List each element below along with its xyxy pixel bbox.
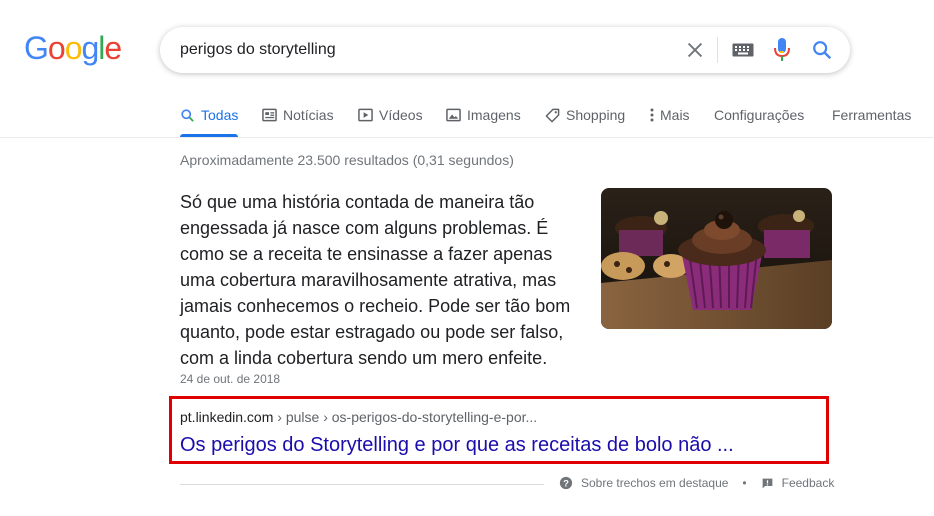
tab-news[interactable]: Notícias <box>262 105 334 125</box>
google-logo[interactable]: Google <box>24 30 122 67</box>
logo-letter: e <box>104 30 122 66</box>
keyboard-icon[interactable] <box>732 43 754 57</box>
more-vert-icon <box>650 108 654 122</box>
logo-letter: g <box>81 30 99 66</box>
cite-domain: pt.linkedin.com <box>180 409 274 425</box>
tab-images[interactable]: Imagens <box>446 105 521 125</box>
search-icon[interactable] <box>811 39 833 61</box>
snippet-date: 24 de out. de 2018 <box>180 372 281 386</box>
separator-dot: • <box>742 476 747 490</box>
image-icon <box>446 108 461 122</box>
svg-text:?: ? <box>563 479 569 490</box>
logo-letter: G <box>24 30 49 66</box>
tab-label: Mais <box>660 107 690 123</box>
tab-label: Notícias <box>283 107 334 123</box>
help-icon: ? <box>559 476 573 490</box>
snippet-footer: ? Sobre trechos em destaque • Feedback <box>559 476 834 490</box>
search-divider <box>717 37 718 63</box>
feedback-link[interactable]: Feedback <box>782 476 835 490</box>
about-snippets-link[interactable]: Sobre trechos em destaque <box>581 476 728 490</box>
clear-icon[interactable] <box>684 39 706 61</box>
tab-label: Vídeos <box>379 107 423 123</box>
feedback-icon <box>762 478 772 488</box>
tab-label: Imagens <box>467 107 521 123</box>
search-box[interactable]: perigos do storytelling <box>160 27 850 73</box>
tabs-divider <box>0 137 934 138</box>
tab-shopping[interactable]: Shopping <box>545 105 625 125</box>
logo-letter: o <box>64 30 83 66</box>
cite-path: › pulse › os-perigos-do-storytelling-e-p… <box>273 409 538 425</box>
result-breadcrumb[interactable]: pt.linkedin.com › pulse › os-perigos-do-… <box>180 409 537 425</box>
tab-label: Todas <box>201 107 239 123</box>
search-input[interactable]: perigos do storytelling <box>180 41 336 59</box>
result-title-link[interactable]: Os perigos do Storytelling e por que as … <box>180 434 734 457</box>
video-icon <box>358 108 373 122</box>
tab-label: Ferramentas <box>832 107 912 123</box>
microphone-icon[interactable] <box>772 37 792 63</box>
result-stats: Aproximadamente 23.500 resultados (0,31 … <box>180 152 514 168</box>
tab-tools[interactable]: Ferramentas <box>832 105 911 125</box>
tab-all[interactable]: Todas <box>180 105 238 125</box>
footer-divider <box>180 484 544 485</box>
featured-snippet-text: Só que uma história contada de maneira t… <box>180 192 571 368</box>
snippet-thumbnail[interactable] <box>601 188 832 329</box>
tab-label: Configurações <box>714 107 805 123</box>
search-icon <box>181 108 194 122</box>
tab-videos[interactable]: Vídeos <box>358 105 423 125</box>
tab-settings[interactable]: Configurações <box>714 105 804 125</box>
tab-more[interactable]: Mais <box>650 105 690 125</box>
tag-icon <box>545 108 560 122</box>
news-icon <box>262 108 277 122</box>
logo-letter: o <box>47 30 66 66</box>
tab-label: Shopping <box>566 107 626 123</box>
cupcake-image <box>601 188 832 329</box>
